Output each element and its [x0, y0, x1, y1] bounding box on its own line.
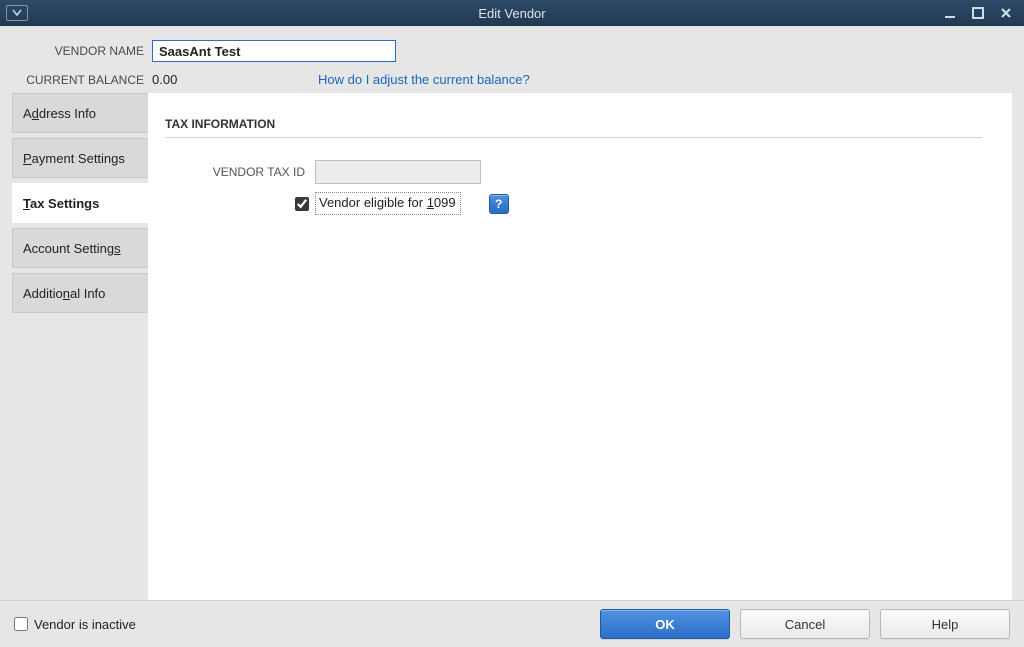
- tab-tax-settings[interactable]: Tax Settings: [12, 183, 148, 223]
- header-area: VENDOR NAME CURRENT BALANCE 0.00 How do …: [0, 26, 1024, 93]
- ok-button[interactable]: OK: [600, 609, 730, 639]
- window-title: Edit Vendor: [0, 6, 1024, 21]
- vendor-tax-id-input[interactable]: [315, 160, 481, 184]
- section-divider: [165, 137, 982, 138]
- tab-address-info[interactable]: Address Info: [12, 93, 148, 133]
- vendor-tax-id-label: VENDOR TAX ID: [165, 165, 305, 179]
- vendor-name-input[interactable]: [152, 40, 396, 62]
- footer-bar: Vendor is inactive OK Cancel Help: [0, 600, 1024, 647]
- help-icon[interactable]: ?: [489, 194, 509, 214]
- tax-settings-panel: TAX INFORMATION VENDOR TAX ID Vendor eli…: [148, 93, 1012, 600]
- current-balance-label: CURRENT BALANCE: [14, 73, 144, 87]
- tab-label: Payment Settings: [23, 151, 125, 166]
- sidebar: Address Info Payment Settings Tax Settin…: [12, 93, 148, 600]
- eligible-1099-label[interactable]: Vendor eligible for 1099: [315, 192, 461, 215]
- section-title: TAX INFORMATION: [165, 117, 982, 131]
- vendor-name-label: VENDOR NAME: [14, 44, 144, 58]
- tab-account-settings[interactable]: Account Settings: [12, 228, 148, 268]
- vendor-inactive-label: Vendor is inactive: [34, 617, 136, 632]
- help-button[interactable]: Help: [880, 609, 1010, 639]
- tab-label: Additional Info: [23, 286, 105, 301]
- title-bar: Edit Vendor: [0, 0, 1024, 26]
- tab-label: Address Info: [23, 106, 96, 121]
- tab-label: Tax Settings: [23, 196, 99, 211]
- maximize-icon[interactable]: [968, 4, 988, 22]
- edit-vendor-window: Edit Vendor VENDOR NAME CURRENT BALANCE …: [0, 0, 1024, 647]
- footer-buttons: OK Cancel Help: [600, 609, 1010, 639]
- eligible-1099-checkbox[interactable]: [295, 197, 309, 211]
- tab-additional-info[interactable]: Additional Info: [12, 273, 148, 313]
- minimize-icon[interactable]: [940, 4, 960, 22]
- cancel-button[interactable]: Cancel: [740, 609, 870, 639]
- body-area: Address Info Payment Settings Tax Settin…: [0, 93, 1024, 600]
- adjust-balance-link[interactable]: How do I adjust the current balance?: [318, 72, 530, 87]
- vendor-inactive-row[interactable]: Vendor is inactive: [14, 617, 136, 632]
- tab-payment-settings[interactable]: Payment Settings: [12, 138, 148, 178]
- vendor-tax-id-row: VENDOR TAX ID: [165, 160, 982, 184]
- tab-label: Account Settings: [23, 241, 121, 256]
- eligible-1099-row: Vendor eligible for 1099 ?: [295, 192, 982, 215]
- vendor-inactive-checkbox[interactable]: [14, 617, 28, 631]
- system-menu-icon[interactable]: [6, 5, 28, 21]
- window-controls: [940, 4, 1024, 22]
- current-balance-value: 0.00: [152, 72, 208, 87]
- close-icon[interactable]: [996, 4, 1016, 22]
